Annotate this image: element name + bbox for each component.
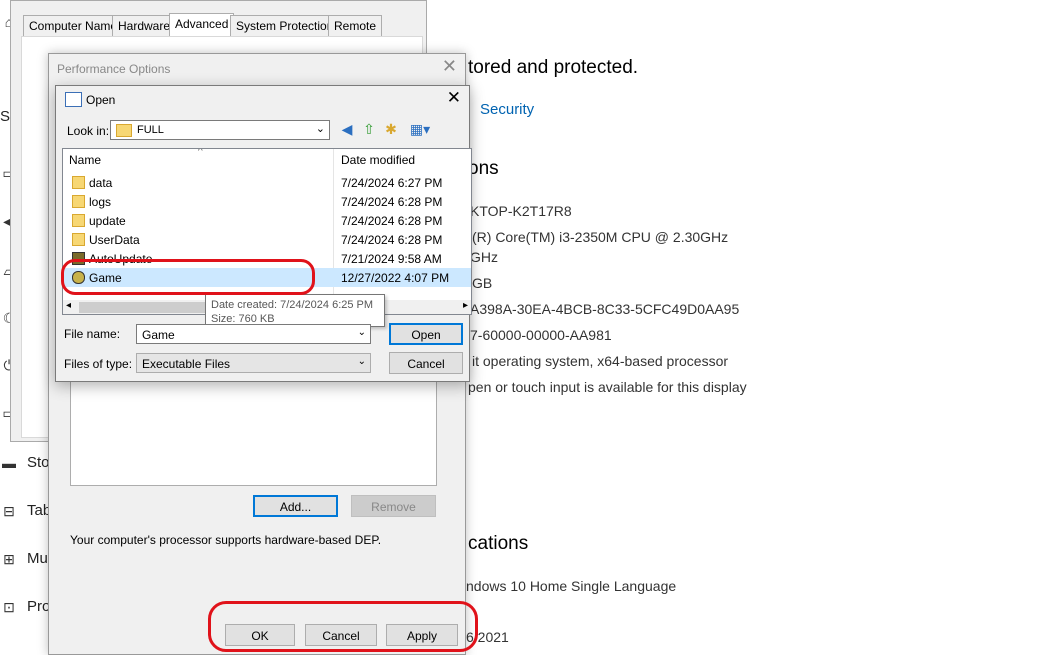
add-button[interactable]: Add...: [253, 495, 338, 517]
file-tooltip: Date created: 7/24/2024 6:25 PM Size: 76…: [205, 294, 385, 327]
file-name-value: Game: [142, 328, 175, 342]
folder-icon: [72, 176, 85, 189]
file-name-label: File name:: [64, 327, 121, 341]
system-type-value: it operating system, x64-based processor: [472, 353, 729, 369]
scrollbar-thumb[interactable]: [79, 302, 209, 313]
sort-arrow-icon: ^: [198, 148, 203, 157]
projecting-icon: ⊡: [3, 599, 15, 615]
tab-computer-name[interactable]: Computer Name: [23, 15, 124, 37]
edition-value: ndows 10 Home Single Language: [466, 578, 677, 594]
close-icon[interactable]: ✕: [442, 56, 457, 77]
pen-touch-value: pen or touch input is available for this…: [468, 379, 747, 395]
file-date: 7/24/2024 6:27 PM: [341, 176, 443, 190]
look-in-value: FULL: [137, 124, 164, 136]
tab-hardware[interactable]: Hardware: [112, 15, 177, 37]
remove-button[interactable]: Remove: [351, 495, 436, 517]
file-row-update[interactable]: update 7/24/2024 6:28 PM: [63, 211, 471, 230]
close-icon[interactable]: ✕: [447, 88, 461, 108]
protection-heading: tored and protected.: [468, 57, 639, 78]
folder-icon: [72, 214, 85, 227]
product-id-value: 7-60000-00000-AA981: [470, 327, 612, 343]
up-folder-icon[interactable]: ⇧: [360, 121, 378, 138]
nav-storage[interactable]: Sto: [27, 454, 50, 471]
look-in-dropdown[interactable]: FULL ⌄: [110, 120, 330, 140]
folder-icon: [72, 233, 85, 246]
tab-system-protection[interactable]: System Protection: [230, 15, 340, 37]
file-type-label: Files of type:: [64, 357, 133, 371]
nav-projecting[interactable]: Pro: [27, 598, 50, 615]
device-name-value: KTOP-K2T17R8: [470, 203, 572, 219]
column-header-date-modified[interactable]: Date modified: [341, 153, 415, 167]
annotation-circle-game: [61, 259, 315, 295]
view-menu-icon[interactable]: ▦▾: [406, 121, 434, 138]
chevron-down-icon[interactable]: ⌄: [358, 327, 366, 338]
file-date: 7/24/2024 6:28 PM: [341, 233, 443, 247]
file-name: logs: [89, 195, 112, 209]
folder-icon: [116, 124, 132, 137]
security-link[interactable]: Security: [480, 101, 534, 118]
tab-advanced[interactable]: Advanced: [169, 13, 235, 37]
file-date: 12/27/2022 4:07 PM: [341, 271, 450, 285]
chevron-down-icon: ⌄: [357, 356, 366, 367]
file-row-data[interactable]: data 7/24/2024 6:27 PM: [63, 173, 471, 192]
file-date: 7/24/2024 6:28 PM: [341, 195, 443, 209]
processor-value-line2: GHz: [470, 249, 498, 265]
annotation-circle-buttons: [208, 601, 478, 652]
file-date: 7/21/2024 9:58 AM: [341, 252, 442, 266]
file-date: 7/24/2024 6:28 PM: [341, 214, 443, 228]
tablet-icon: ⊟: [3, 503, 15, 519]
windows-specs-heading: cations: [468, 533, 529, 554]
file-row-userdata[interactable]: UserData 7/24/2024 6:28 PM: [63, 230, 471, 249]
look-in-label: Look in:: [67, 124, 110, 138]
performance-options-title: Performance Options: [57, 62, 171, 76]
back-icon[interactable]: ◀: [338, 121, 356, 138]
scroll-right-icon[interactable]: ▸: [463, 300, 468, 311]
processor-value: (R) Core(TM) i3-2350M CPU @ 2.30GHz: [472, 229, 729, 245]
storage-icon: ▬: [2, 455, 16, 471]
open-file-dialog: Open ✕ Look in: FULL ⌄ ◀ ⇧ ✱ ▦▾ Name Dat…: [55, 85, 472, 382]
column-header-name[interactable]: Name: [69, 153, 101, 167]
file-name: update: [89, 214, 126, 228]
dep-support-text: Your computer's processor supports hardw…: [70, 533, 382, 547]
device-id-value: A398A-30EA-4BCB-8C33-5CFC49D0AA95: [470, 301, 740, 317]
file-name: data: [89, 176, 113, 190]
new-folder-icon[interactable]: ✱: [382, 121, 400, 138]
device-specs-heading: ons: [468, 158, 499, 179]
file-type-dropdown[interactable]: Executable Files ⌄: [136, 353, 371, 373]
file-row-logs[interactable]: logs 7/24/2024 6:28 PM: [63, 192, 471, 211]
folder-icon: [72, 195, 85, 208]
tooltip-date-created: Date created: 7/24/2024 6:25 PM: [211, 299, 374, 311]
ram-value: GB: [472, 275, 493, 291]
chevron-down-icon: ⌄: [315, 123, 325, 135]
open-dialog-icon: [65, 92, 82, 107]
file-name: UserData: [89, 233, 140, 247]
file-name-field[interactable]: Game ⌄: [136, 324, 371, 344]
open-cancel-button[interactable]: Cancel: [389, 352, 463, 374]
tab-remote[interactable]: Remote: [328, 15, 383, 37]
nav-multitasking[interactable]: Mu: [27, 550, 48, 567]
open-button[interactable]: Open: [389, 323, 463, 345]
scroll-left-icon[interactable]: ◂: [66, 300, 71, 311]
file-type-value: Executable Files: [142, 357, 231, 371]
multitasking-icon: ⊞: [3, 551, 15, 567]
open-dialog-title: Open: [86, 93, 116, 107]
